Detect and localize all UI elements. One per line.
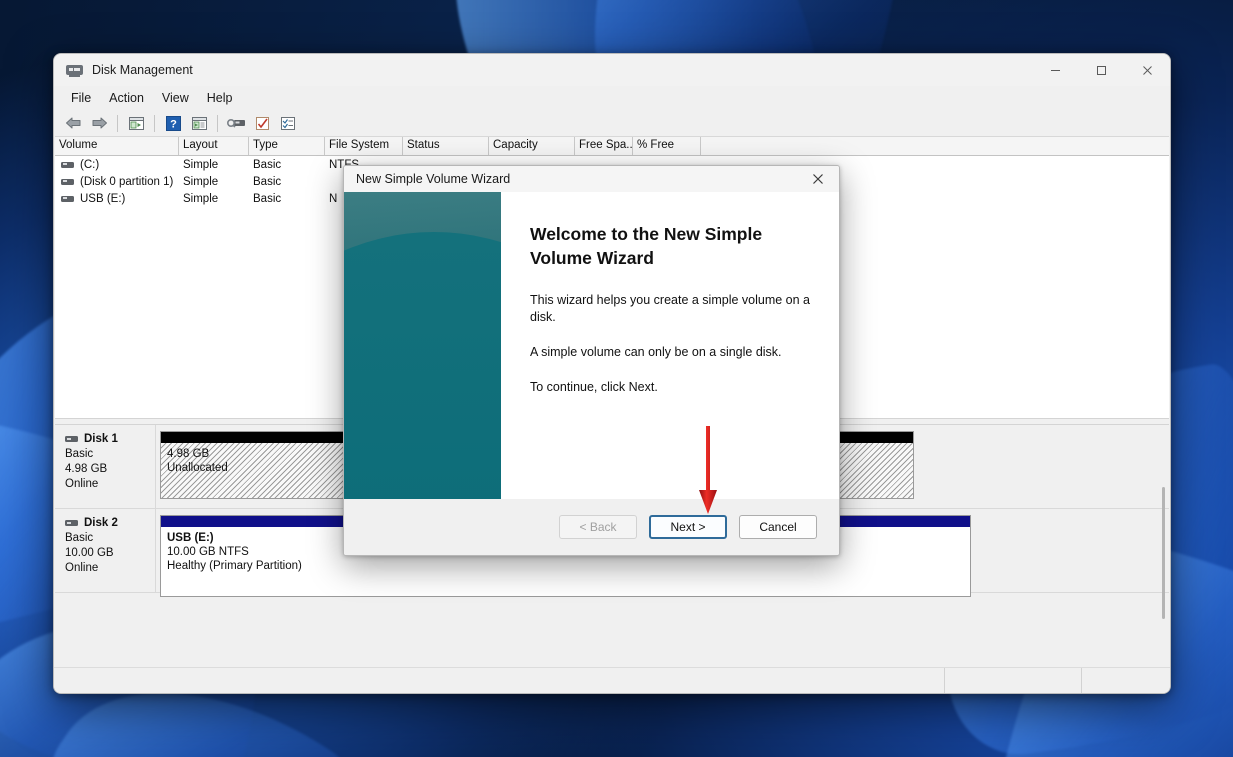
disk-2-status: Online	[65, 561, 155, 576]
disk-view-scrollbar[interactable]	[1162, 487, 1165, 619]
column-header-file-system[interactable]: File System	[325, 137, 403, 155]
refresh-icon[interactable]	[276, 112, 300, 134]
partition-status: Unallocated	[167, 461, 228, 475]
drive-icon	[61, 162, 74, 168]
partition-size: 10.00 GB NTFS	[167, 545, 302, 559]
column-header-percent-free[interactable]: % Free	[633, 137, 701, 155]
menubar: File Action View Help	[54, 86, 1170, 110]
toolbar-separator	[154, 115, 155, 132]
back-button[interactable]: < Back	[559, 515, 637, 539]
toolbar: ?	[54, 110, 1170, 136]
wizard-titlebar[interactable]: New Simple Volume Wizard	[344, 166, 839, 192]
cell-volume: (C:)	[55, 159, 179, 171]
partition-status: Healthy (Primary Partition)	[167, 559, 302, 573]
cell-type: Basic	[249, 193, 325, 205]
close-icon[interactable]	[797, 166, 839, 192]
partition-name: USB (E:)	[167, 532, 214, 544]
cell-volume-label: (C:)	[80, 159, 99, 171]
disk-1-type: Basic	[65, 447, 155, 462]
column-header-type[interactable]: Type	[249, 137, 325, 155]
back-arrow-icon[interactable]	[61, 112, 85, 134]
disk-2-type: Basic	[65, 531, 155, 546]
disk-1-name: Disk 1	[84, 433, 118, 445]
drive-icon	[65, 520, 78, 526]
show-hide-action-pane-icon[interactable]	[187, 112, 211, 134]
new-simple-volume-wizard-dialog: New Simple Volume Wizard Welcome to the …	[343, 165, 840, 556]
menu-file[interactable]: File	[62, 89, 100, 107]
wizard-paragraph-2: A simple volume can only be on a single …	[530, 344, 817, 361]
cell-volume-label: USB (E:)	[80, 193, 125, 205]
disk-management-icon	[66, 63, 83, 77]
window-titlebar[interactable]: Disk Management	[54, 54, 1170, 86]
drive-icon	[61, 179, 74, 185]
wizard-content: Welcome to the New Simple Volume Wizard …	[501, 192, 839, 499]
svg-text:?: ?	[170, 118, 177, 130]
menu-view[interactable]: View	[153, 89, 198, 107]
window-controls	[1032, 54, 1170, 86]
partition-text: USB (E:) 10.00 GB NTFS Healthy (Primary …	[167, 531, 302, 573]
minimize-button[interactable]	[1032, 54, 1078, 86]
cancel-button[interactable]: Cancel	[739, 515, 817, 539]
column-header-free-space[interactable]: Free Spa...	[575, 137, 633, 155]
status-bar-segment	[54, 668, 945, 693]
volume-list-header: Volume Layout Type File System Status Ca…	[55, 137, 1169, 156]
menu-help[interactable]: Help	[198, 89, 242, 107]
column-header-filler	[701, 137, 1169, 155]
close-button[interactable]	[1124, 54, 1170, 86]
show-hide-console-tree-icon[interactable]	[124, 112, 148, 134]
partition-size: 4.98 GB	[167, 447, 228, 461]
disk-1-size: 4.98 GB	[65, 462, 155, 477]
cell-layout: Simple	[179, 176, 249, 188]
toolbar-separator	[117, 115, 118, 132]
partition-text: 4.98 GB Unallocated	[167, 447, 228, 475]
wizard-title: New Simple Volume Wizard	[356, 172, 510, 186]
disk-1-status: Online	[65, 477, 155, 492]
help-icon[interactable]: ?	[161, 112, 185, 134]
wizard-body: Welcome to the New Simple Volume Wizard …	[344, 192, 839, 499]
cell-volume: (Disk 0 partition 1)	[55, 176, 179, 188]
disk-2-size: 10.00 GB	[65, 546, 155, 561]
disk-1-label: Disk 1 Basic 4.98 GB Online	[55, 425, 156, 508]
wizard-heading: Welcome to the New Simple Volume Wizard	[530, 222, 800, 270]
wizard-banner-image	[344, 192, 501, 499]
menu-action[interactable]: Action	[100, 89, 153, 107]
maximize-button[interactable]	[1078, 54, 1124, 86]
disk-2-label: Disk 2 Basic 10.00 GB Online	[55, 509, 156, 592]
wizard-footer: < Back Next > Cancel	[344, 499, 839, 555]
toolbar-separator	[217, 115, 218, 132]
properties-icon[interactable]	[250, 112, 274, 134]
column-header-capacity[interactable]: Capacity	[489, 137, 575, 155]
forward-arrow-icon[interactable]	[87, 112, 111, 134]
wizard-paragraph-3: To continue, click Next.	[530, 379, 817, 396]
cell-volume-label: (Disk 0 partition 1)	[80, 176, 173, 188]
column-header-layout[interactable]: Layout	[179, 137, 249, 155]
cell-type: Basic	[249, 159, 325, 171]
window-title: Disk Management	[92, 63, 193, 77]
column-header-status[interactable]: Status	[403, 137, 489, 155]
cell-volume: USB (E:)	[55, 193, 179, 205]
cell-type: Basic	[249, 176, 325, 188]
status-bar-segment	[945, 668, 1082, 693]
status-bar	[54, 667, 1170, 693]
disk-2-name: Disk 2	[84, 517, 118, 529]
red-down-arrow-annotation	[696, 426, 720, 522]
drive-icon	[61, 196, 74, 202]
drive-icon	[65, 436, 78, 442]
rescan-disks-icon[interactable]	[224, 112, 248, 134]
wizard-paragraph-1: This wizard helps you create a simple vo…	[530, 292, 817, 326]
cell-layout: Simple	[179, 193, 249, 205]
status-bar-segment	[1082, 668, 1170, 693]
cell-layout: Simple	[179, 159, 249, 171]
column-header-volume[interactable]: Volume	[55, 137, 179, 155]
